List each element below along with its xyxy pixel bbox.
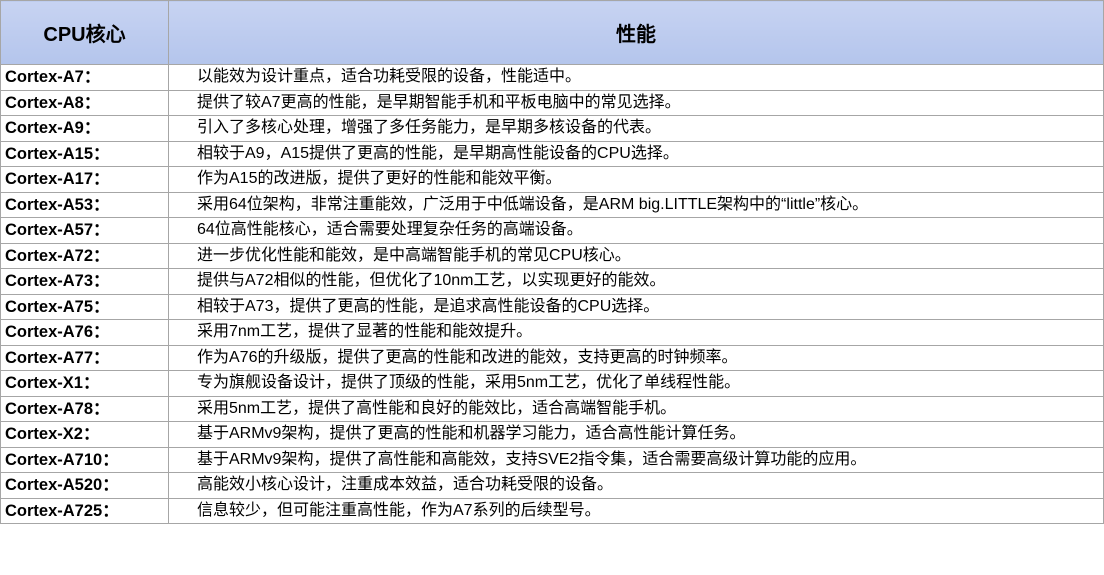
core-name-cell: Cortex-A57： <box>0 217 169 244</box>
performance-cell: 作为A76的升级版，提供了更高的性能和改进的能效，支持更高的时钟频率。 <box>168 344 1104 371</box>
performance-cell: 进一步优化性能和能效，是中高端智能手机的常见CPU核心。 <box>168 242 1104 269</box>
table-row: Cortex-A53： 采用64位架构，非常注重能效，广泛用于中低端设备，是AR… <box>0 191 1104 218</box>
core-name-cell: Cortex-A75： <box>0 293 169 320</box>
performance-cell: 提供了较A7更高的性能，是早期智能手机和平板电脑中的常见选择。 <box>168 89 1104 116</box>
performance-cell: 高能效小核心设计，注重成本效益，适合功耗受限的设备。 <box>168 472 1104 499</box>
performance-cell: 采用64位架构，非常注重能效，广泛用于中低端设备，是ARM big.LITTLE… <box>168 191 1104 218</box>
core-name-cell: Cortex-A710： <box>0 446 169 473</box>
core-name-cell: Cortex-A8： <box>0 89 169 116</box>
performance-cell: 引入了多核心处理，增强了多任务能力，是早期多核设备的代表。 <box>168 115 1104 142</box>
cpu-core-table: CPU核心 性能 Cortex-A7： 以能效为设计重点，适合功耗受限的设备，性… <box>0 0 1104 524</box>
core-name-cell: Cortex-A53： <box>0 191 169 218</box>
core-name-cell: Cortex-A76： <box>0 319 169 346</box>
core-name-cell: Cortex-A725： <box>0 497 169 524</box>
table-row: Cortex-A7： 以能效为设计重点，适合功耗受限的设备，性能适中。 <box>0 64 1104 91</box>
table-header-row: CPU核心 性能 <box>0 0 1104 65</box>
table-row: Cortex-X2： 基于ARMv9架构，提供了更高的性能和机器学习能力，适合高… <box>0 421 1104 448</box>
table-row: Cortex-A15： 相较于A9，A15提供了更高的性能，是早期高性能设备的C… <box>0 140 1104 167</box>
performance-cell: 信息较少，但可能注重高性能，作为A7系列的后续型号。 <box>168 497 1104 524</box>
core-name-cell: Cortex-X1： <box>0 370 169 397</box>
table-row: Cortex-A75： 相较于A73，提供了更高的性能，是追求高性能设备的CPU… <box>0 293 1104 320</box>
performance-cell: 相较于A9，A15提供了更高的性能，是早期高性能设备的CPU选择。 <box>168 140 1104 167</box>
core-name-cell: Cortex-A78： <box>0 395 169 422</box>
core-name-cell: Cortex-A9： <box>0 115 169 142</box>
performance-cell: 采用7nm工艺，提供了显著的性能和能效提升。 <box>168 319 1104 346</box>
header-cpu-core: CPU核心 <box>0 0 169 65</box>
table-row: Cortex-A57： 64位高性能核心，适合需要处理复杂任务的高端设备。 <box>0 217 1104 244</box>
table-row: Cortex-A17： 作为A15的改进版，提供了更好的性能和能效平衡。 <box>0 166 1104 193</box>
core-name-cell: Cortex-A7： <box>0 64 169 91</box>
table-row: Cortex-A710： 基于ARMv9架构，提供了高性能和高能效，支持SVE2… <box>0 446 1104 473</box>
core-name-cell: Cortex-A17： <box>0 166 169 193</box>
performance-cell: 64位高性能核心，适合需要处理复杂任务的高端设备。 <box>168 217 1104 244</box>
table-row: Cortex-A72： 进一步优化性能和能效，是中高端智能手机的常见CPU核心。 <box>0 242 1104 269</box>
core-name-cell: Cortex-A73： <box>0 268 169 295</box>
performance-cell: 采用5nm工艺，提供了高性能和良好的能效比，适合高端智能手机。 <box>168 395 1104 422</box>
core-name-cell: Cortex-A72： <box>0 242 169 269</box>
table-row: Cortex-A78： 采用5nm工艺，提供了高性能和良好的能效比，适合高端智能… <box>0 395 1104 422</box>
table-row: Cortex-A77： 作为A76的升级版，提供了更高的性能和改进的能效，支持更… <box>0 344 1104 371</box>
performance-cell: 基于ARMv9架构，提供了高性能和高能效，支持SVE2指令集，适合需要高级计算功… <box>168 446 1104 473</box>
table-row: Cortex-A73： 提供与A72相似的性能，但优化了10nm工艺，以实现更好… <box>0 268 1104 295</box>
table-row: Cortex-A520： 高能效小核心设计，注重成本效益，适合功耗受限的设备。 <box>0 472 1104 499</box>
performance-cell: 相较于A73，提供了更高的性能，是追求高性能设备的CPU选择。 <box>168 293 1104 320</box>
table-row: Cortex-A725： 信息较少，但可能注重高性能，作为A7系列的后续型号。 <box>0 497 1104 524</box>
table-row: Cortex-A9： 引入了多核心处理，增强了多任务能力，是早期多核设备的代表。 <box>0 115 1104 142</box>
header-performance: 性能 <box>168 0 1104 65</box>
table-row: Cortex-A76： 采用7nm工艺，提供了显著的性能和能效提升。 <box>0 319 1104 346</box>
performance-cell: 提供与A72相似的性能，但优化了10nm工艺，以实现更好的能效。 <box>168 268 1104 295</box>
performance-cell: 以能效为设计重点，适合功耗受限的设备，性能适中。 <box>168 64 1104 91</box>
core-name-cell: Cortex-A15： <box>0 140 169 167</box>
table-row: Cortex-A8： 提供了较A7更高的性能，是早期智能手机和平板电脑中的常见选… <box>0 89 1104 116</box>
table-row: Cortex-X1： 专为旗舰设备设计，提供了顶级的性能，采用5nm工艺，优化了… <box>0 370 1104 397</box>
core-name-cell: Cortex-A520： <box>0 472 169 499</box>
core-name-cell: Cortex-X2： <box>0 421 169 448</box>
core-name-cell: Cortex-A77： <box>0 344 169 371</box>
performance-cell: 基于ARMv9架构，提供了更高的性能和机器学习能力，适合高性能计算任务。 <box>168 421 1104 448</box>
performance-cell: 作为A15的改进版，提供了更好的性能和能效平衡。 <box>168 166 1104 193</box>
cpu-core-table-container: CPU核心 性能 Cortex-A7： 以能效为设计重点，适合功耗受限的设备，性… <box>0 0 1104 575</box>
performance-cell: 专为旗舰设备设计，提供了顶级的性能，采用5nm工艺，优化了单线程性能。 <box>168 370 1104 397</box>
